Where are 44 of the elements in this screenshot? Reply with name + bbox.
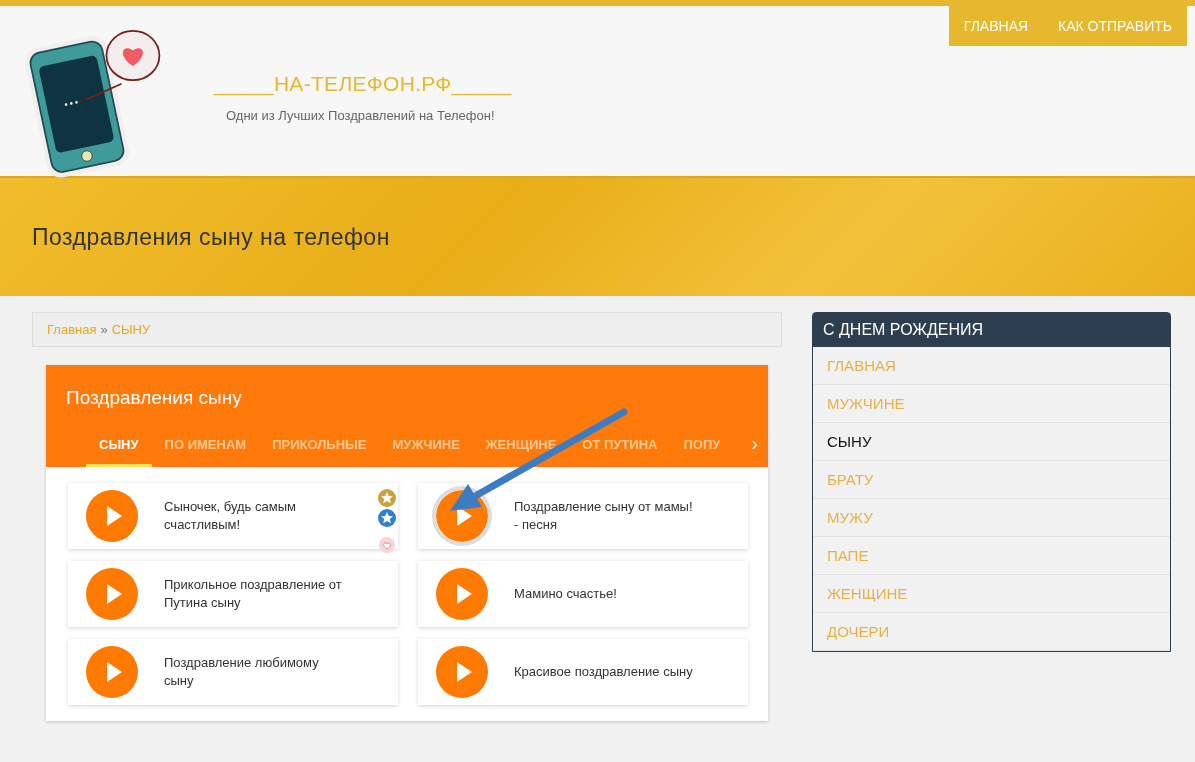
sidebar-item[interactable]: ДОЧЕРИ (813, 613, 1170, 651)
play-button[interactable] (436, 568, 488, 620)
category-tab[interactable]: ПО ИМЕНАМ (151, 429, 260, 467)
sidebar-item[interactable]: БРАТУ (813, 461, 1170, 499)
greeting-card[interactable]: Красивое поздравление сыну (418, 639, 748, 705)
panel-title: Поздравления сыну (65, 386, 243, 410)
greeting-card[interactable]: Мамино счастье! (418, 561, 748, 627)
greeting-title[interactable]: Поздравление любимому сыну (164, 654, 344, 690)
site-title[interactable]: _____НА-ТЕЛЕФОН.РФ_____ (214, 72, 512, 96)
greeting-title[interactable]: Красивое поздравление сыну (514, 663, 693, 681)
play-button[interactable] (86, 568, 138, 620)
greeting-card[interactable]: Поздравление сыну от мамы! - песня (418, 483, 748, 549)
nav-link[interactable]: ГЛАВНАЯ (948, 6, 1044, 46)
greeting-title[interactable]: Мамино счастье! (514, 585, 617, 603)
category-tab[interactable]: МУЖЧИНЕ (379, 429, 473, 467)
sidebar-item[interactable]: ГЛАВНАЯ (813, 347, 1170, 385)
breadcrumb-link[interactable]: Главная (47, 322, 97, 337)
nav-link[interactable]: КАК ОТПРАВИТЬ (1043, 6, 1187, 46)
next-tab-button[interactable]: › (741, 429, 768, 467)
play-button[interactable] (86, 490, 138, 542)
greeting-title[interactable]: Прикольное поздравление от Путина сыну (164, 576, 344, 612)
site-tagline: Одни из Лучших Поздравлений на Телефон! (225, 108, 496, 123)
greeting-title[interactable]: Сыночек, будь самым счастливым! (164, 498, 344, 534)
breadcrumb-link[interactable]: СЫНУ (111, 322, 151, 337)
category-tab[interactable]: ЖЕНЩИНЕ (472, 429, 570, 467)
category-tab[interactable]: ПОПУ (670, 429, 734, 467)
page-title: Поздравления сыну на телефон (32, 223, 390, 251)
star-badge-icon[interactable] (378, 489, 396, 507)
category-tab[interactable]: ПРИКОЛЬНЫЕ (259, 429, 380, 467)
sidebar-item[interactable]: ЖЕНЩИНЕ (813, 575, 1170, 613)
sidebar-item[interactable]: СЫНУ (813, 423, 1170, 461)
star-badge-icon[interactable] (378, 509, 396, 527)
category-tab[interactable]: СЫНУ (86, 429, 152, 467)
sidebar-item[interactable]: ПАПЕ (813, 537, 1170, 575)
sidebar-title: С ДНЕМ РОЖДЕНИЯ (813, 313, 1170, 347)
play-button[interactable] (86, 646, 138, 698)
sidebar-item[interactable]: МУЖЧИНЕ (813, 385, 1170, 423)
greeting-card[interactable]: Поздравление любимому сыну (68, 639, 398, 705)
greeting-card[interactable]: Прикольное поздравление от Путина сыну (68, 561, 398, 627)
breadcrumb-separator: » (100, 322, 108, 337)
greeting-title[interactable]: Поздравление сыну от мамы! - песня (514, 498, 694, 534)
play-button[interactable] (436, 646, 488, 698)
category-tab[interactable]: ОТ ПУТИНА (569, 429, 671, 467)
sidebar-item[interactable]: МУЖУ (813, 499, 1170, 537)
